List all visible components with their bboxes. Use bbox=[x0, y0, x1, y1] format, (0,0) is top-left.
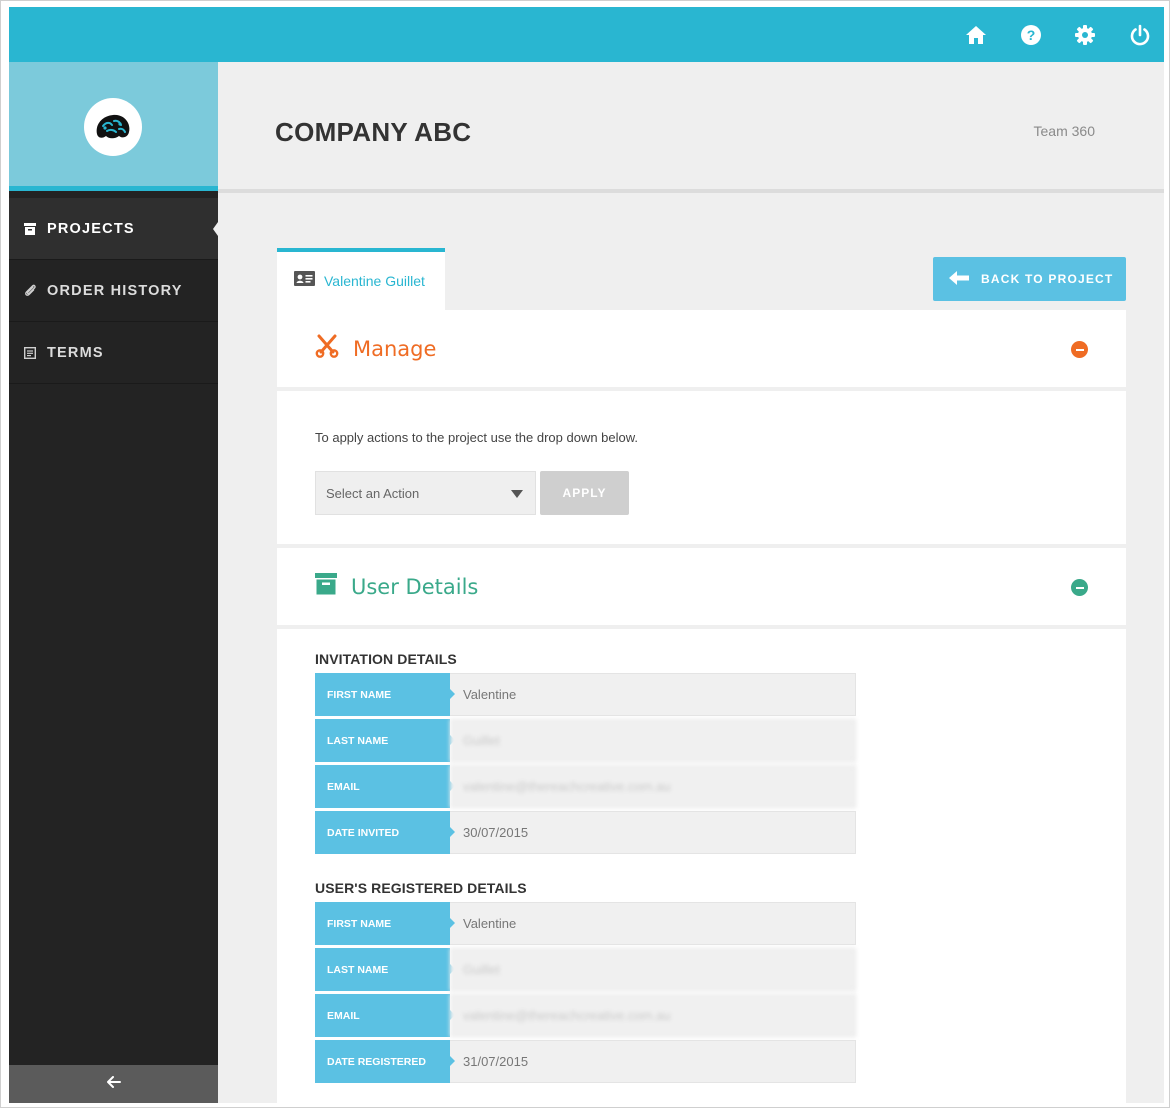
registered-details-heading: USER'S REGISTERED DETAILS bbox=[315, 880, 527, 896]
manage-title: Manage bbox=[353, 336, 437, 361]
active-indicator bbox=[213, 222, 218, 236]
back-to-project-button[interactable]: BACK TO PROJECT bbox=[933, 257, 1126, 301]
invitation-details-heading: INVITATION DETAILS bbox=[315, 651, 457, 667]
tab-label: Valentine Guillet bbox=[324, 273, 425, 289]
help-icon[interactable]: ? bbox=[1018, 22, 1044, 48]
sidebar-item-label: ORDER HISTORY bbox=[47, 282, 183, 299]
row-label: DATE INVITED bbox=[315, 811, 455, 854]
manage-instructions: To apply actions to the project use the … bbox=[315, 430, 639, 445]
sidebar-item-label: PROJECTS bbox=[47, 220, 135, 237]
archive-box-icon bbox=[315, 573, 337, 600]
collapse-sidebar-button[interactable] bbox=[9, 1065, 218, 1103]
table-row: LAST NAME Guillet bbox=[315, 948, 856, 991]
row-label: EMAIL bbox=[315, 994, 455, 1037]
row-label: DATE REGISTERED bbox=[315, 1040, 455, 1083]
table-row: DATE REGISTERED 31/07/2015 bbox=[315, 1040, 856, 1083]
archive-box-icon bbox=[23, 222, 37, 236]
app-frame: ? PROJECTS ORDER HISTORY TERMS COMPANY A… bbox=[0, 0, 1170, 1108]
row-label: LAST NAME bbox=[315, 719, 455, 762]
top-bar: ? bbox=[9, 7, 1164, 62]
svg-text:?: ? bbox=[1027, 27, 1036, 43]
gear-icon[interactable] bbox=[1072, 22, 1098, 48]
tab-user[interactable]: Valentine Guillet bbox=[277, 248, 445, 310]
user-details-section-body: INVITATION DETAILS FIRST NAME Valentine … bbox=[277, 629, 1126, 1103]
manage-section-header: Manage bbox=[277, 310, 1126, 387]
page-header: COMPANY ABC Team 360 bbox=[218, 62, 1164, 193]
logo-area bbox=[9, 62, 218, 191]
minus-icon bbox=[1075, 348, 1084, 351]
table-row: EMAIL valentine@thereachcreative.com.au bbox=[315, 994, 856, 1037]
manage-section-body: To apply actions to the project use the … bbox=[277, 391, 1126, 544]
user-details-title: User Details bbox=[351, 574, 479, 599]
table-row: LAST NAME Guillet bbox=[315, 719, 856, 762]
arrow-left-icon bbox=[949, 270, 969, 288]
sidebar-item-label: TERMS bbox=[47, 344, 104, 361]
back-to-project-label: BACK TO PROJECT bbox=[981, 272, 1114, 286]
company-title: COMPANY ABC bbox=[275, 117, 472, 147]
sidebar-item-projects[interactable]: PROJECTS bbox=[9, 198, 218, 260]
caret-down-icon bbox=[511, 490, 523, 498]
row-value: 30/07/2015 bbox=[450, 811, 856, 854]
scissors-icon bbox=[315, 334, 339, 363]
row-label: FIRST NAME bbox=[315, 673, 455, 716]
collapse-user-details-button[interactable] bbox=[1071, 579, 1088, 596]
row-value: 31/07/2015 bbox=[450, 1040, 856, 1083]
sidebar-item-order-history[interactable]: ORDER HISTORY bbox=[9, 260, 218, 322]
power-icon[interactable] bbox=[1127, 22, 1153, 48]
action-select[interactable]: Select an Action bbox=[315, 471, 536, 515]
document-icon bbox=[23, 346, 37, 360]
row-value: Guillet bbox=[450, 948, 856, 991]
user-details-section-header: User Details bbox=[277, 548, 1126, 625]
collapse-manage-button[interactable] bbox=[1071, 341, 1088, 358]
home-icon[interactable] bbox=[963, 22, 989, 48]
table-row: FIRST NAME Valentine bbox=[315, 902, 856, 945]
row-value: Guillet bbox=[450, 719, 856, 762]
brain-logo-icon[interactable] bbox=[84, 98, 142, 156]
table-row: FIRST NAME Valentine bbox=[315, 673, 856, 716]
apply-button[interactable]: APPLY bbox=[540, 471, 629, 515]
table-row: DATE INVITED 30/07/2015 bbox=[315, 811, 856, 854]
table-row: EMAIL valentine@thereachcreative.com.au bbox=[315, 765, 856, 808]
row-value: Valentine bbox=[450, 673, 856, 716]
sidebar: PROJECTS ORDER HISTORY TERMS bbox=[9, 62, 218, 1103]
row-value: Valentine bbox=[450, 902, 856, 945]
action-select-value: Select an Action bbox=[326, 485, 420, 501]
row-label: EMAIL bbox=[315, 765, 455, 808]
team-label: Team 360 bbox=[1033, 123, 1095, 139]
paperclip-icon bbox=[23, 284, 37, 298]
id-card-icon bbox=[294, 271, 315, 291]
row-label: LAST NAME bbox=[315, 948, 455, 991]
row-value: valentine@thereachcreative.com.au bbox=[450, 994, 856, 1037]
minus-icon bbox=[1075, 586, 1084, 589]
sidebar-item-terms[interactable]: TERMS bbox=[9, 322, 218, 384]
row-label: FIRST NAME bbox=[315, 902, 455, 945]
row-value: valentine@thereachcreative.com.au bbox=[450, 765, 856, 808]
arrow-left-icon bbox=[106, 1075, 121, 1093]
app-window: ? PROJECTS ORDER HISTORY TERMS COMPANY A… bbox=[9, 7, 1164, 1103]
